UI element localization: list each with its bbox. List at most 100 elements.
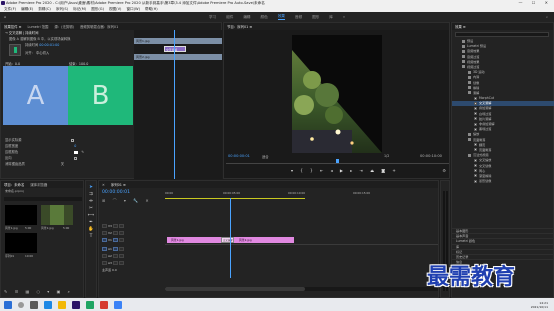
mini-clip-1[interactable]: 风景1.jpg [134,38,222,44]
timeline-scrollbar[interactable] [165,287,438,291]
fit-select[interactable]: 适合 [262,154,269,159]
workspace-assembly[interactable]: 组件 [226,15,233,20]
search-taskbar-icon[interactable] [18,301,24,308]
effect-controls-timeline[interactable]: 风景1.jpg 交叉溶解 风景2.jpg [134,30,222,179]
mark-out-icon[interactable]: } [310,168,313,173]
ripple-edit-tool-icon[interactable]: ⇹ [86,198,96,205]
workspace-effects[interactable]: 效果 [277,14,285,20]
effects-item-label: 白场过渡 [479,111,492,116]
app-icon-red[interactable] [100,300,108,309]
track-a3[interactable]: A3 [99,260,161,266]
eyedropper-icon[interactable]: ✎ [81,150,84,154]
search-icon[interactable]: ⌕ [546,15,548,19]
project-thumb-3[interactable] [5,233,37,253]
program-timecode[interactable]: 00:00:00:01 [228,154,250,158]
track-v3[interactable]: V3 [99,223,161,229]
tab-audio-clip-mixer[interactable]: 音频剪辑混合器：序列01 [80,24,118,29]
project-thumb-1[interactable] [5,205,37,225]
pen-tool-icon[interactable]: ✒ [86,219,96,226]
workspace-color[interactable]: 颜色 [261,15,268,20]
edge-icon[interactable] [44,300,52,309]
reverse-label: 反向 [5,156,12,160]
type-tool-icon[interactable]: T [86,233,96,240]
border-color-swatch[interactable] [74,150,79,154]
effect-icon [474,127,477,131]
workspace-learn[interactable]: 学习 [209,15,216,20]
settings-icon[interactable]: ⚙ [442,168,446,173]
track-v1[interactable]: V1 [99,237,161,243]
project-footer-icons[interactable]: ✎ ☰ ▦ ○ ▾ ▣ ⌕ [4,289,73,294]
transition-clip[interactable]: 交叉溶解 [221,237,234,243]
tab-lumetri-scopes[interactable]: Lumetri 范围 [27,24,48,29]
tab-effects[interactable]: 效果 ≡ [455,24,466,29]
show-actual-checkbox[interactable] [71,138,75,142]
start-icon[interactable] [4,300,12,309]
alignment-select[interactable]: 中心切入 [36,51,49,55]
timeline-ruler[interactable]: 00:00 00:00:05:00 00:00:10:00 00:00:15:0… [165,190,438,200]
effects-item-label: 溶解 [473,90,480,95]
app-icon-green[interactable] [86,300,94,309]
track-a2-label: A2 [108,254,112,258]
folder-icon [468,153,471,157]
task-view-icon[interactable] [30,300,38,309]
track-a1[interactable]: A1 [99,246,161,252]
razor-tool-icon[interactable]: ✂ [86,205,96,212]
clip-2[interactable]: 风景2.jpg [227,237,294,243]
timeline-timecode[interactable]: 00:00:00:01 [102,190,130,195]
marker-icon[interactable]: ▾ [291,168,293,173]
track-v2[interactable]: V2 [99,230,161,236]
lift-icon[interactable]: ⏏ [370,168,374,173]
tab-sequence[interactable]: 序列01 ≡ [111,182,126,187]
effects-search-input[interactable] [455,32,549,37]
tab-media-browser[interactable]: 媒体浏览器 [30,182,47,187]
border-width-value[interactable]: 0 [74,144,76,148]
mini-clip-2[interactable]: 风景2.jpg [134,54,222,60]
add-button-icon[interactable]: + [392,168,395,173]
clock[interactable]: 14:21 2021/10/11 [531,301,548,309]
track-a2[interactable]: A2 [99,253,161,259]
workspace-more[interactable]: » [343,15,345,19]
program-playhead[interactable] [336,159,339,163]
go-to-in-icon[interactable]: ⇤ [320,168,323,173]
mark-in-icon[interactable]: { [300,168,303,173]
master-value[interactable]: 0.0 [112,268,117,272]
tab-effect-controls[interactable]: 效果控件 ≡ [4,24,21,29]
home-icon[interactable]: ⌂ [4,15,6,19]
work-area-bar[interactable] [165,198,305,199]
selection-tool-icon[interactable]: ➤ [86,184,96,191]
workspace-graphics[interactable]: 图形 [312,15,319,20]
project-search-input[interactable] [4,197,82,201]
mini-transition[interactable]: 交叉溶解 [164,46,186,52]
workspace-audio[interactable]: 音频 [295,15,302,20]
tab-source[interactable]: 源：(无剪辑) [54,24,74,29]
premiere-taskbar-icon[interactable] [72,300,80,309]
clock-date: 2021/10/11 [530,304,548,309]
workspace-libraries[interactable]: 库 [329,15,333,20]
ruler-tick-10: 00:00:10:00 [288,191,306,195]
tab-project[interactable]: 项目：未命名 [4,182,24,187]
play-icon[interactable]: ▶ [340,168,343,173]
app-icon-blue[interactable] [114,300,122,309]
export-frame-icon[interactable]: ◙ [381,168,385,173]
project-thumb-2[interactable] [41,205,73,225]
effects-item[interactable]: 菱形划像 [452,179,554,184]
duration-value[interactable]: 00:00:01:00 [39,43,59,47]
timeline-playhead[interactable] [230,198,231,278]
slip-tool-icon[interactable]: ⟷ [86,212,96,219]
reverse-checkbox[interactable] [73,156,77,160]
step-back-icon[interactable]: ◂ [331,168,333,173]
go-to-out-icon[interactable]: ⇥ [360,168,363,173]
mini-playhead[interactable] [174,30,175,179]
quality-select[interactable]: 1/2 [384,154,389,158]
track-select-tool-icon[interactable]: ⇉ [86,191,96,198]
anti-alias-select[interactable]: 关 [61,162,64,166]
workspace-editing[interactable]: 编辑 [243,15,250,20]
step-forward-icon[interactable]: ▸ [350,168,352,173]
clip-1[interactable]: 风景1.jpg [167,237,227,243]
tab-program[interactable]: 节目：序列01 ≡ [227,24,252,29]
close-icon[interactable]: ✕ [102,183,105,187]
hand-tool-icon[interactable]: ✋ [86,226,96,233]
explorer-icon[interactable] [58,300,66,309]
effects-item-label: 同心 [479,168,486,173]
video-frame [292,35,382,153]
